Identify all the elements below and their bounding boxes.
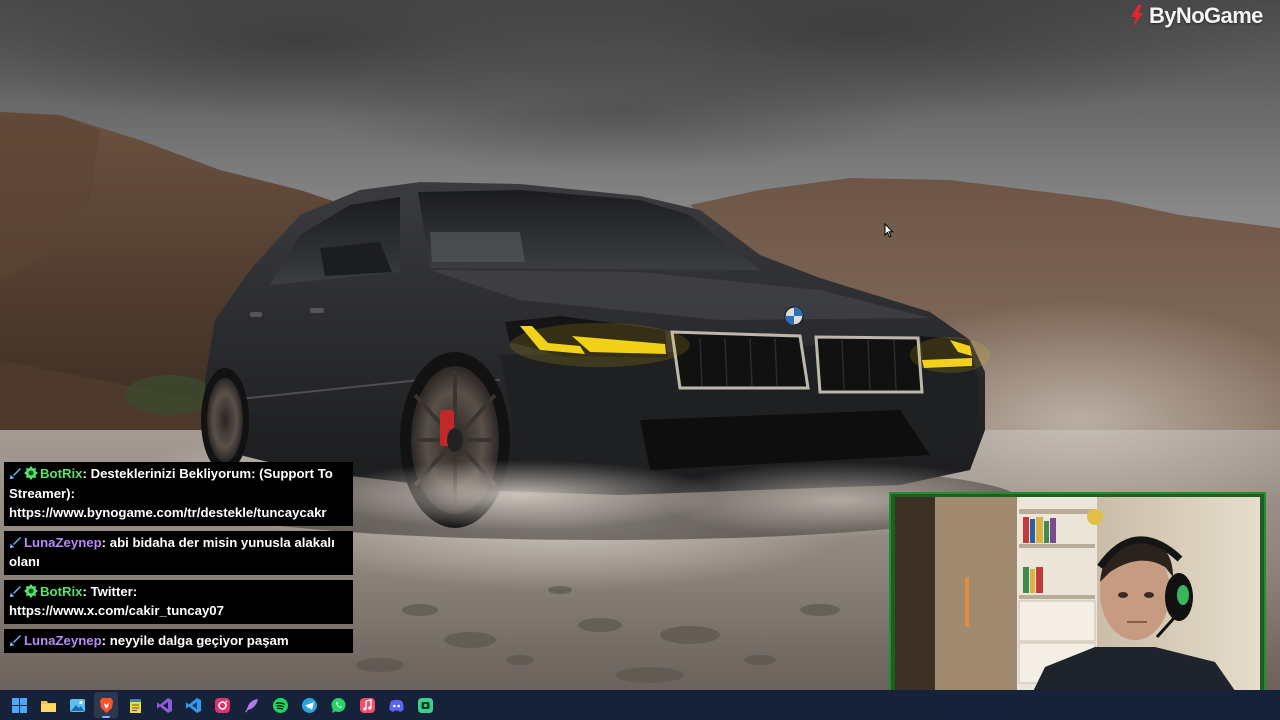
webcam-feed — [895, 497, 1260, 708]
taskbar-app-vscode[interactable] — [181, 692, 205, 718]
bot-icon — [24, 466, 38, 480]
chat-message: LunaZeynep: abi bidaha der misin yunusla… — [4, 530, 353, 575]
start-button[interactable] — [7, 692, 31, 718]
chat-message: BotRix: Twitter: https://www.x.com/cakir… — [4, 579, 353, 624]
taskbar-app-file-explorer[interactable] — [36, 692, 60, 718]
taskbar-app-brave[interactable] — [94, 692, 118, 718]
vscode-icon — [185, 697, 201, 713]
chat-message: LunaZeynep: neyyile dalga geçiyor paşam — [4, 628, 353, 653]
chat-text: neyyile dalga geçiyor paşam — [109, 632, 289, 648]
taskbar-app-telegram[interactable] — [297, 692, 321, 718]
telegram-icon — [301, 697, 317, 713]
mouse-cursor-icon — [884, 223, 894, 238]
visual-studio-icon — [156, 697, 172, 713]
taskbar-app-visual-studio[interactable] — [152, 692, 176, 718]
chat-username: BotRix — [40, 466, 83, 481]
windows-taskbar — [0, 690, 1280, 720]
notepad-icon — [129, 698, 141, 713]
taskbar-app-apple-music[interactable] — [355, 692, 379, 718]
chat-username: LunaZeynep — [24, 534, 102, 550]
taskbar-app-photos[interactable] — [65, 692, 89, 718]
sword-icon — [10, 468, 21, 479]
taskbar-app-spotify[interactable] — [268, 692, 292, 718]
taskbar-app-notepad[interactable] — [123, 692, 147, 718]
taskbar-app-streamer[interactable] — [413, 692, 437, 718]
instagram-icon — [214, 697, 230, 713]
feather-app-icon — [244, 698, 258, 712]
bot-icon — [24, 583, 38, 598]
bynogame-logo: ByNoGame — [1128, 2, 1263, 30]
stream-chat-overlay: BotRix: Desteklerinizi Bekliyorum: (Supp… — [4, 462, 354, 658]
brave-browser-icon — [99, 697, 113, 713]
spotify-icon — [272, 697, 288, 713]
chat-username: LunaZeynep — [24, 632, 102, 648]
file-explorer-icon — [40, 700, 56, 712]
taskbar-app-whatsapp[interactable] — [326, 692, 350, 718]
bynogame-logo-icon — [1131, 5, 1143, 27]
photos-icon — [69, 698, 85, 712]
taskbar-app-discord[interactable] — [384, 692, 408, 718]
whatsapp-icon — [331, 697, 345, 713]
brand-name: ByNoGame — [1149, 3, 1263, 28]
webcam-overlay — [889, 492, 1266, 713]
apple-music-icon — [359, 697, 375, 713]
taskbar-app-instagram[interactable] — [210, 692, 234, 718]
sword-icon — [10, 536, 21, 548]
chat-username: BotRix — [40, 583, 83, 599]
chat-message: BotRix: Desteklerinizi Bekliyorum: (Supp… — [4, 462, 353, 526]
streamer-app-icon — [417, 697, 433, 713]
discord-icon — [388, 699, 404, 712]
windows-start-icon — [11, 697, 27, 713]
sword-icon — [10, 585, 21, 597]
taskbar-app-feather[interactable] — [239, 692, 263, 718]
sword-icon — [10, 634, 21, 646]
